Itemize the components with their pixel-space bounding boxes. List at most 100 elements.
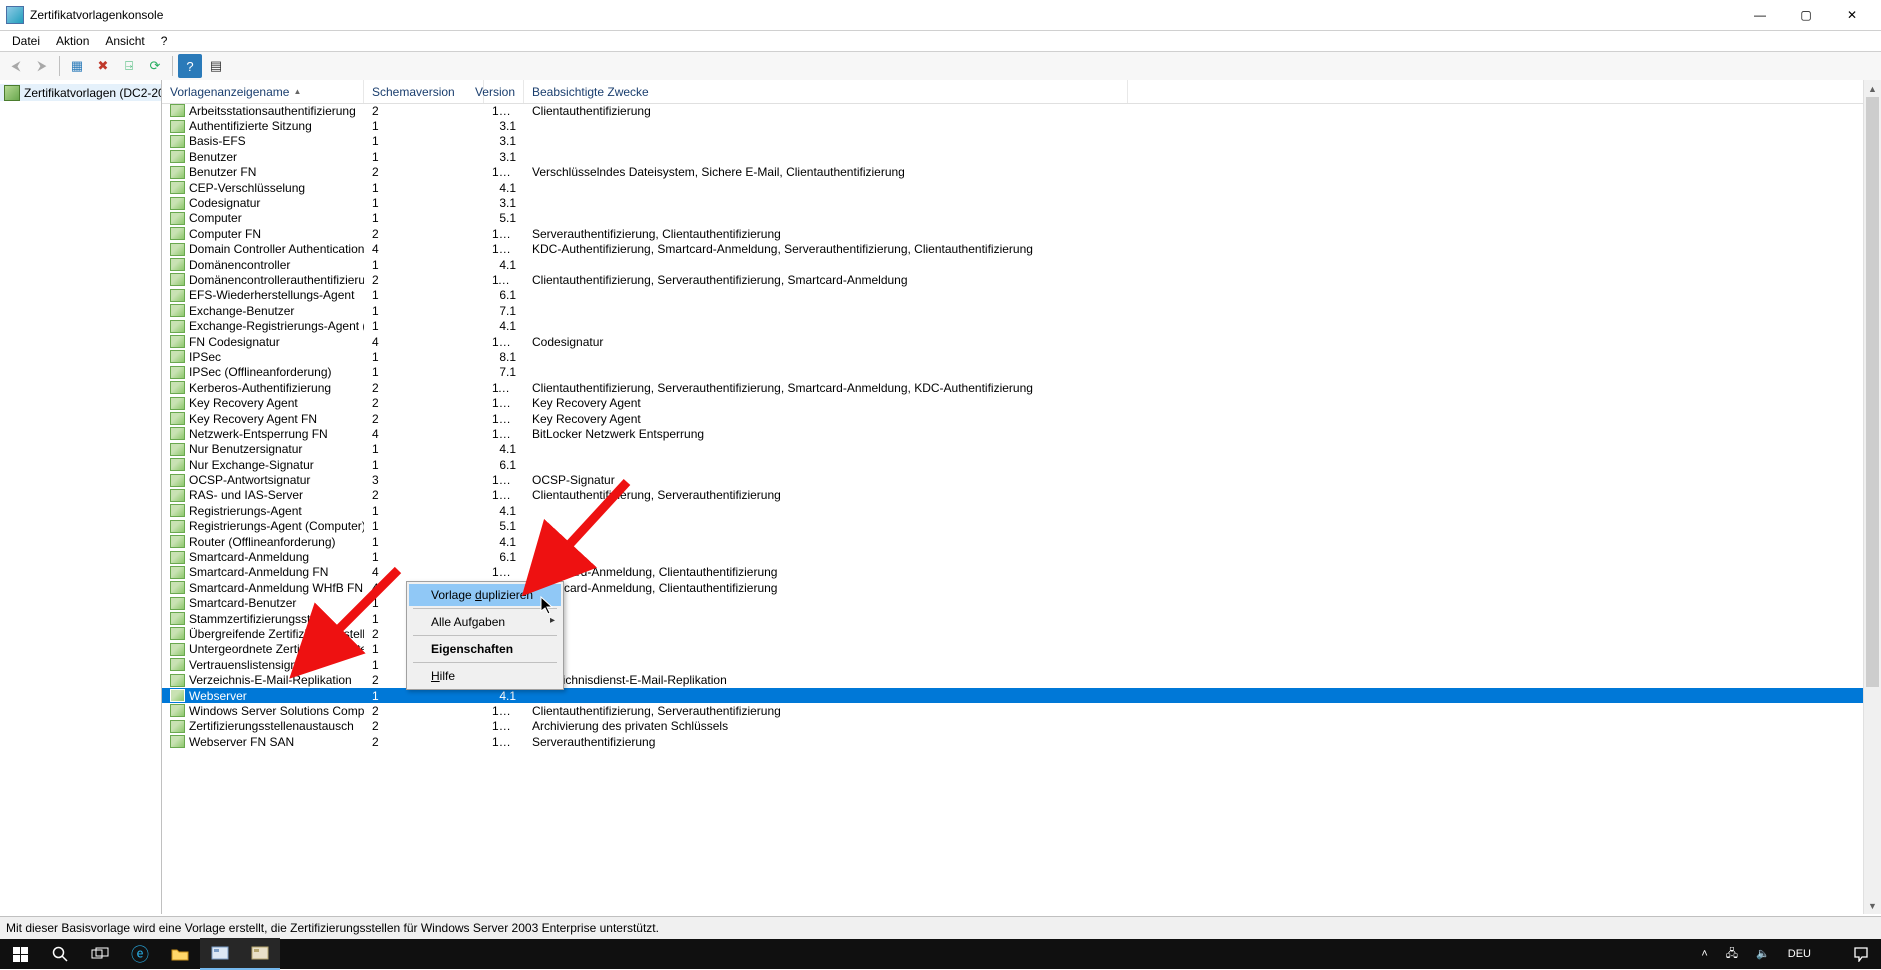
system-tray: ˄ 🖧 🔈 DEU: [1689, 947, 1841, 961]
back-button[interactable]: ⮜: [4, 54, 28, 78]
cell-name: CEP-Verschlüsselung: [162, 181, 364, 195]
search-icon: [52, 946, 68, 962]
table-row[interactable]: Exchange-Registrierungs-Agent (Offlinea.…: [162, 318, 1864, 333]
cell-name: Computer FN: [162, 227, 364, 241]
menu-all-tasks[interactable]: Alle Aufgaben: [409, 611, 561, 633]
table-row[interactable]: Codesignatur13.1: [162, 195, 1864, 210]
refresh-button[interactable]: ⟳: [143, 54, 167, 78]
table-row[interactable]: OCSP-Antwortsignatur3101.0OCSP-Signatur: [162, 472, 1864, 487]
table-row[interactable]: Computer15.1: [162, 211, 1864, 226]
cell-purpose: Key Recovery Agent: [524, 396, 1128, 410]
tree-pane[interactable]: Zertifikatvorlagen (DC2-2016.AD: [0, 80, 162, 914]
table-row[interactable]: CEP-Verschlüsselung14.1: [162, 180, 1864, 195]
table-row[interactable]: Zertifizierungsstellenaustausch2106.0Arc…: [162, 719, 1864, 734]
separator: [413, 662, 557, 663]
cell-version: 101.1: [484, 165, 524, 179]
forward-button[interactable]: ⮞: [30, 54, 54, 78]
table-row[interactable]: Nur Exchange-Signatur16.1: [162, 457, 1864, 472]
table-row[interactable]: Domänencontrollerauthentifizierung2112.1…: [162, 272, 1864, 287]
cell-schema: 1: [364, 134, 484, 148]
table-row[interactable]: Computer FN2101.0Serverauthentifizierung…: [162, 226, 1864, 241]
table-row[interactable]: Arbeitsstationsauthentifizierung2101.0Cl…: [162, 103, 1864, 118]
menu-ansicht[interactable]: Ansicht: [97, 32, 152, 50]
cell-purpose: Serverauthentifizierung: [524, 735, 1128, 749]
tree-root[interactable]: Zertifikatvorlagen (DC2-2016.AD: [0, 84, 162, 101]
template-icon: [170, 504, 185, 517]
cell-name: Computer: [162, 211, 364, 225]
maximize-button[interactable]: ▢: [1783, 0, 1829, 30]
menu-duplicate-template[interactable]: Vorlage duplizieren: [409, 584, 561, 606]
table-row[interactable]: Windows Server Solutions Computer Cer...…: [162, 703, 1864, 718]
options-button[interactable]: ▤: [204, 54, 228, 78]
table-row[interactable]: Benutzer FN2101.1Verschlüsselndes Dateis…: [162, 165, 1864, 180]
table-row[interactable]: Benutzer13.1: [162, 149, 1864, 164]
list-body[interactable]: Arbeitsstationsauthentifizierung2101.0Cl…: [162, 103, 1864, 914]
taskbar-mmc2[interactable]: [240, 938, 280, 970]
table-row[interactable]: Router (Offlineanforderung)14.1: [162, 534, 1864, 549]
table-row[interactable]: Authentifizierte Sitzung13.1: [162, 118, 1864, 133]
minimize-button[interactable]: —: [1737, 0, 1783, 30]
menu-help[interactable]: Hilfe: [409, 665, 561, 687]
table-row[interactable]: Registrierungs-Agent14.1: [162, 503, 1864, 518]
menu-properties[interactable]: Eigenschaften: [409, 638, 561, 660]
cell-name: EFS-Wiederherstellungs-Agent: [162, 288, 364, 302]
table-row[interactable]: Domain Controller Authentication (Kerbe.…: [162, 242, 1864, 257]
tray-network-icon[interactable]: 🖧: [1720, 947, 1744, 961]
table-row[interactable]: Webserver14.1: [162, 688, 1864, 703]
column-name[interactable]: Vorlagenanzeigename ▲: [162, 80, 364, 103]
table-row[interactable]: Key Recovery Agent2105.0Key Recovery Age…: [162, 395, 1864, 410]
table-row[interactable]: EFS-Wiederherstellungs-Agent16.1: [162, 288, 1864, 303]
close-button[interactable]: ✕: [1829, 0, 1875, 30]
properties-button[interactable]: ▦: [65, 54, 89, 78]
menu-aktion[interactable]: Aktion: [48, 32, 97, 50]
taskbar-ie[interactable]: ⓔ: [120, 939, 160, 969]
start-button[interactable]: [0, 939, 40, 969]
cell-schema: 1: [364, 365, 484, 379]
table-row[interactable]: Webserver FN SAN2100.5Serverauthentifizi…: [162, 734, 1864, 749]
template-icon: [170, 627, 185, 640]
cell-purpose: OCSP-Signatur: [524, 473, 1128, 487]
scroll-thumb[interactable]: [1866, 97, 1879, 687]
table-row[interactable]: Kerberos-Authentifizierung2110.1Clientau…: [162, 380, 1864, 395]
table-row[interactable]: IPSec18.1: [162, 349, 1864, 364]
taskbar-mmc1[interactable]: [200, 938, 240, 970]
table-row[interactable]: FN Codesignatur4100.2Codesignatur: [162, 334, 1864, 349]
delete-button[interactable]: ✖: [91, 54, 115, 78]
table-row[interactable]: RAS- und IAS-Server2101.0Clientauthentif…: [162, 488, 1864, 503]
cell-version: 4.1: [484, 319, 524, 333]
table-row[interactable]: Registrierungs-Agent (Computer)15.1: [162, 519, 1864, 534]
menu-datei[interactable]: Datei: [4, 32, 48, 50]
table-row[interactable]: Smartcard-Anmeldung16.1: [162, 549, 1864, 564]
table-row[interactable]: Netzwerk-Entsperrung FN4101.5BitLocker N…: [162, 426, 1864, 441]
table-row[interactable]: Basis-EFS13.1: [162, 134, 1864, 149]
table-row[interactable]: Exchange-Benutzer17.1: [162, 303, 1864, 318]
table-row[interactable]: Nur Benutzersignatur14.1: [162, 442, 1864, 457]
cell-version: 112.1: [484, 273, 524, 287]
cell-name: FN Codesignatur: [162, 335, 364, 349]
taskview-button[interactable]: [80, 939, 120, 969]
scroll-down-icon[interactable]: ▼: [1864, 897, 1881, 914]
cell-version: 4.1: [484, 258, 524, 272]
taskbar-explorer[interactable]: [160, 939, 200, 969]
cell-purpose: Verzeichnisdienst-E-Mail-Replikation: [524, 673, 1128, 687]
help-button[interactable]: ?: [178, 54, 202, 78]
column-schema[interactable]: Schemaversion: [364, 80, 484, 103]
column-version[interactable]: Version: [484, 80, 524, 103]
action-center-button[interactable]: [1841, 939, 1881, 969]
scroll-up-icon[interactable]: ▲: [1864, 80, 1881, 97]
export-button[interactable]: ⍈: [117, 54, 141, 78]
table-row[interactable]: Key Recovery Agent FN2100.1Key Recovery …: [162, 411, 1864, 426]
cell-name-text: Registrierungs-Agent (Computer): [189, 519, 364, 533]
search-button[interactable]: [40, 939, 80, 969]
menu-help[interactable]: ?: [153, 32, 176, 50]
table-row[interactable]: IPSec (Offlineanforderung)17.1: [162, 365, 1864, 380]
cell-schema: 2: [364, 488, 484, 502]
table-row[interactable]: Smartcard-Anmeldung FN4100.6Smartcard-An…: [162, 565, 1864, 580]
table-row[interactable]: Domänencontroller14.1: [162, 257, 1864, 272]
column-purpose[interactable]: Beabsichtigte Zwecke: [524, 80, 1128, 103]
tray-lang[interactable]: DEU: [1782, 947, 1817, 961]
vertical-scrollbar[interactable]: ▲ ▼: [1863, 80, 1881, 914]
tray-expand[interactable]: ˄: [1695, 947, 1713, 961]
cell-name-text: Domain Controller Authentication (Kerbe.…: [189, 242, 364, 256]
tray-volume-icon[interactable]: 🔈: [1750, 947, 1776, 961]
